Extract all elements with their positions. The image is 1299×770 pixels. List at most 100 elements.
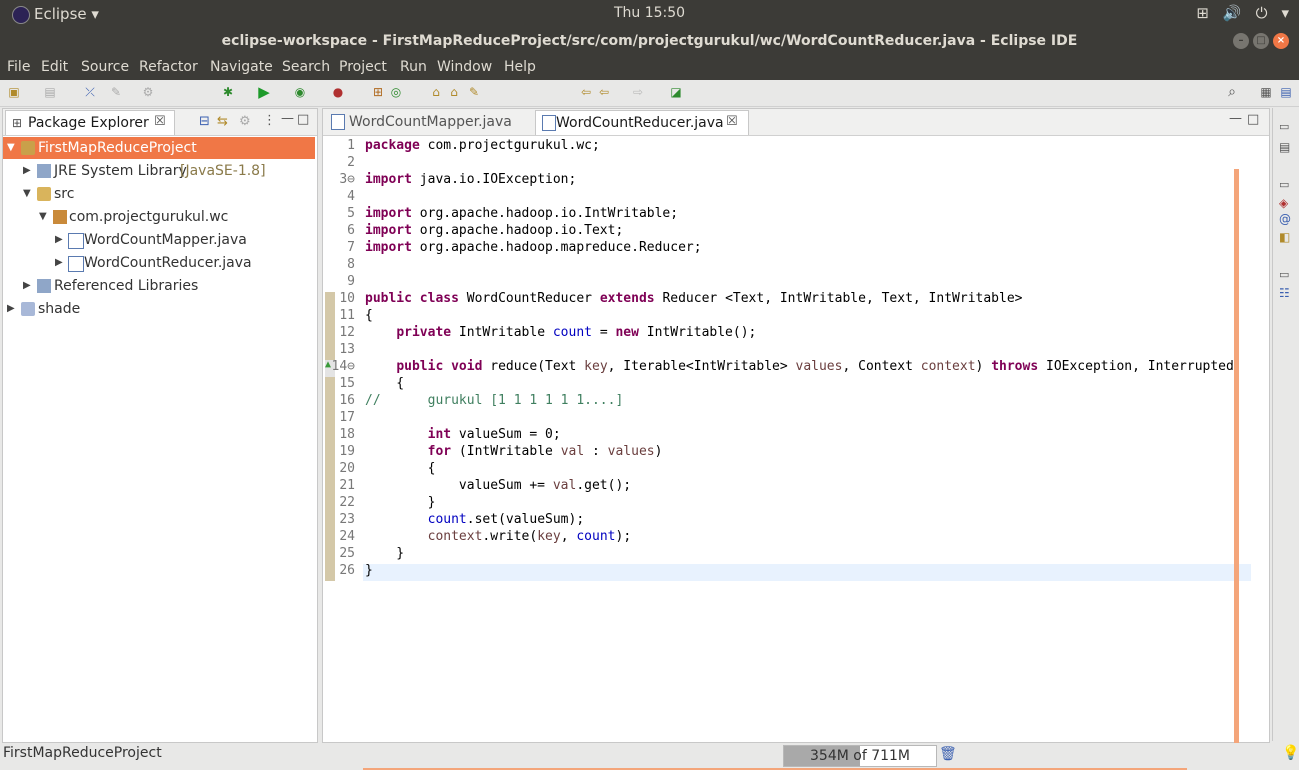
- collapse-arrow-icon[interactable]: ▶: [23, 275, 31, 297]
- java-file-icon: [68, 256, 84, 272]
- minimize-editor-icon[interactable]: —: [1229, 111, 1242, 126]
- problems-icon[interactable]: ◈: [1279, 196, 1288, 210]
- line-number: 17: [339, 410, 355, 425]
- status-selection: FirstMapReduceProject: [3, 745, 162, 761]
- close-icon[interactable]: ☒: [154, 114, 166, 129]
- maximize-editor-icon[interactable]: □: [1247, 112, 1259, 127]
- power-icon[interactable]: ⏻: [1256, 4, 1268, 22]
- minimize-view-icon[interactable]: —: [281, 111, 294, 126]
- menu-file[interactable]: File: [7, 59, 30, 75]
- code-line: import java.io.IOException;: [365, 172, 577, 187]
- view-menu-icon[interactable]: ⋮: [263, 113, 276, 128]
- maximize-button[interactable]: □: [1253, 33, 1269, 49]
- tree-item-project[interactable]: ▼ FirstMapReduceProject: [3, 137, 315, 159]
- menu-source[interactable]: Source: [81, 59, 129, 75]
- java-file-icon: [542, 115, 556, 131]
- skip-breakpoints-icon[interactable]: ⤫: [82, 84, 98, 100]
- line-number: 25: [339, 546, 355, 561]
- collapse-arrow-icon[interactable]: ▶: [55, 252, 63, 274]
- new-icon[interactable]: ▣: [6, 84, 22, 100]
- filter-icon[interactable]: ⚙: [239, 114, 251, 129]
- expand-arrow-icon[interactable]: ▼: [23, 183, 31, 205]
- tree-item-label: WordCountMapper.java: [84, 232, 247, 248]
- search-icon[interactable]: ⌕: [1224, 84, 1240, 100]
- expand-arrow-icon[interactable]: ▼: [7, 137, 15, 159]
- volume-icon[interactable]: 🔊: [1223, 4, 1242, 22]
- restore-icon[interactable]: ▭: [1279, 120, 1289, 133]
- task-list-icon[interactable]: ▤: [1279, 140, 1290, 154]
- pin-editor-icon[interactable]: ◪: [668, 84, 684, 100]
- tree-item-referenced-libraries[interactable]: ▶ Referenced Libraries: [3, 275, 315, 297]
- tab-package-explorer[interactable]: ⊞ Package Explorer ☒: [5, 110, 175, 135]
- line-number: 14⊖: [331, 359, 355, 374]
- line-number: 11: [339, 308, 355, 323]
- menu-run[interactable]: Run: [400, 59, 427, 75]
- java-perspective-icon[interactable]: ▤: [1278, 84, 1294, 100]
- tab-wordcountreducer[interactable]: WordCountReducer.java ☒: [535, 110, 749, 135]
- back-icon[interactable]: ⇦: [578, 84, 594, 100]
- collapse-arrow-icon[interactable]: ▶: [7, 298, 15, 320]
- new-java-project-icon[interactable]: ⊞: [370, 84, 386, 100]
- restore-icon[interactable]: ▭: [1279, 178, 1289, 191]
- outline-icon[interactable]: ☷: [1279, 286, 1290, 300]
- new-class-icon[interactable]: ◎: [388, 84, 404, 100]
- tree-item-reducer[interactable]: ▶ WordCountReducer.java: [3, 252, 315, 274]
- collapse-arrow-icon[interactable]: ▶: [23, 160, 31, 182]
- debug-icon[interactable]: ✱: [220, 84, 236, 100]
- menu-edit[interactable]: Edit: [41, 59, 68, 75]
- system-top-bar: Eclipse ▾ Thu 15:50 ⊞ 🔊 ⏻ ▾: [0, 0, 1299, 28]
- tree-item-package[interactable]: ▼ com.projectgurukul.wc: [3, 206, 315, 228]
- line-number: 21: [339, 478, 355, 493]
- heap-status[interactable]: 354M of 711M: [783, 745, 937, 767]
- open-task-icon[interactable]: ⌂: [446, 84, 462, 100]
- forward-icon[interactable]: ⇦: [596, 84, 612, 100]
- open-type-icon[interactable]: ⌂: [428, 84, 444, 100]
- garbage-collect-icon[interactable]: 🗑: [939, 746, 957, 762]
- search-icon-toolbar[interactable]: ✎: [466, 84, 482, 100]
- menu-window[interactable]: Window: [437, 59, 492, 75]
- save-icon[interactable]: ▤: [42, 84, 58, 100]
- run-icon[interactable]: ▶: [256, 84, 272, 100]
- menu-search[interactable]: Search: [282, 59, 330, 75]
- tree-item-shade[interactable]: ▶ shade: [3, 298, 315, 320]
- code-line: import org.apache.hadoop.io.Text;: [365, 223, 624, 238]
- minimize-button[interactable]: –: [1233, 33, 1249, 49]
- tree-item-jre[interactable]: ▶ JRE System Library [JavaSE-1.8]: [3, 160, 315, 182]
- package-explorer-panel: ⊞ Package Explorer ☒ ⊟ ⇆ ⚙ ⋮ — □ ▼ First…: [2, 108, 318, 743]
- network-icon[interactable]: ⊞: [1196, 4, 1209, 22]
- code-line: package com.projectgurukul.wc;: [365, 138, 600, 153]
- code-editor-panel: WordCountMapper.java WordCountReducer.ja…: [322, 108, 1270, 770]
- tip-icon[interactable]: 💡: [1282, 745, 1299, 761]
- link-with-editor-icon[interactable]: ⇆: [217, 114, 228, 129]
- coverage-icon[interactable]: ◉: [292, 84, 308, 100]
- chevron-down-icon[interactable]: ▾: [1281, 4, 1289, 22]
- restore-icon[interactable]: ▭: [1279, 268, 1289, 281]
- menu-navigate[interactable]: Navigate: [210, 59, 273, 75]
- code-area[interactable]: ▲ 1 2 3⊖ 4 5 6 7 8 9 10 11 12 13 14⊖ 15 …: [323, 138, 1253, 770]
- close-icon[interactable]: ☒: [726, 114, 738, 129]
- menu-help[interactable]: Help: [504, 59, 536, 75]
- menu-refactor[interactable]: Refactor: [139, 59, 198, 75]
- line-number: 18: [339, 427, 355, 442]
- collapse-all-icon[interactable]: ⊟: [199, 114, 210, 129]
- maximize-view-icon[interactable]: □: [297, 112, 309, 127]
- tab-wordcountmapper[interactable]: WordCountMapper.java: [325, 110, 531, 134]
- tree-item-mapper[interactable]: ▶ WordCountMapper.java: [3, 229, 315, 251]
- overview-ruler[interactable]: [1234, 169, 1239, 765]
- expand-arrow-icon[interactable]: ▼: [39, 206, 47, 228]
- tree-item-label: FirstMapReduceProject: [38, 140, 197, 156]
- run-last-tool-icon[interactable]: ✎: [108, 84, 124, 100]
- tree-item-src[interactable]: ▼ src: [3, 183, 315, 205]
- next-icon[interactable]: ⇨: [630, 84, 646, 100]
- refactor-icon[interactable]: ⚙: [140, 84, 156, 100]
- collapse-arrow-icon[interactable]: ▶: [55, 229, 63, 251]
- external-tools-icon[interactable]: ●: [330, 84, 346, 100]
- close-button[interactable]: ×: [1273, 33, 1289, 49]
- open-perspective-icon[interactable]: ▦: [1258, 84, 1274, 100]
- system-clock[interactable]: Thu 15:50: [0, 5, 1299, 21]
- javadoc-icon[interactable]: @: [1279, 212, 1291, 226]
- declaration-icon[interactable]: ◧: [1279, 230, 1290, 244]
- code-line: public void reduce(Text key, Iterable<In…: [396, 359, 1234, 374]
- line-number: 10: [339, 291, 355, 306]
- menu-project[interactable]: Project: [339, 59, 387, 75]
